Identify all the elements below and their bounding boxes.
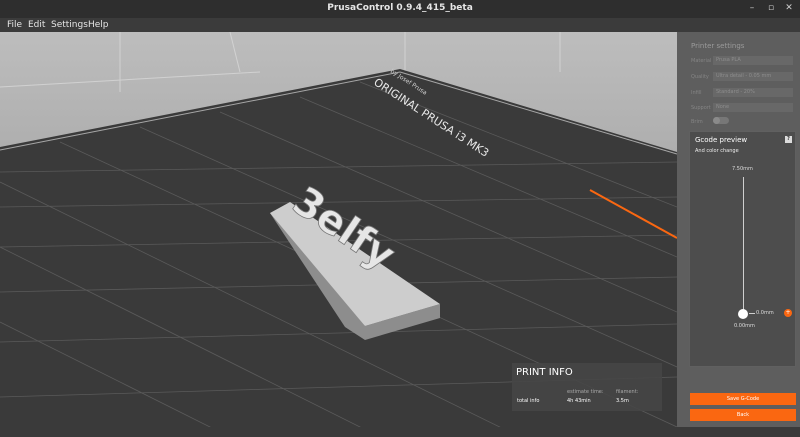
filament-header: filament: (616, 389, 639, 395)
save-gcode-button[interactable]: Save G-Code (690, 393, 796, 405)
material-select[interactable]: Prusa PLA (713, 56, 793, 65)
toggle-knob (713, 117, 720, 124)
material-label: Material (691, 58, 712, 64)
gcode-preview-title: Gcode preview (695, 136, 748, 144)
back-button[interactable]: Back (690, 409, 796, 421)
estimate-time-header: estimate time: (567, 389, 604, 395)
plus-icon[interactable]: + (784, 309, 792, 317)
gcode-preview-panel: Gcode preview And color change ? 7.50mm … (689, 131, 796, 367)
menu-settings[interactable]: Settings (51, 20, 88, 30)
brim-toggle[interactable] (713, 117, 729, 124)
layer-slider-handle[interactable] (738, 309, 748, 319)
title-bar: PrusaControl 0.9.4_415_beta – ▫ ✕ (0, 0, 800, 18)
estimate-time-value: 4h 43min (567, 398, 591, 404)
layer-marker (749, 313, 755, 314)
print-info-panel: PRINT INFO total info estimate time: 4h … (512, 363, 662, 411)
help-icon[interactable]: ? (785, 136, 792, 143)
menu-help[interactable]: Help (88, 20, 109, 30)
status-bar (0, 427, 800, 437)
maximize-button[interactable]: ▫ (764, 2, 778, 15)
minimize-button[interactable]: – (745, 2, 759, 15)
infill-select[interactable]: Standard - 20% (713, 88, 793, 97)
support-label: Support (691, 105, 711, 111)
print-info-title: PRINT INFO (516, 367, 573, 378)
filament-value: 3.5m (616, 398, 629, 404)
total-info-label: total info (517, 398, 540, 404)
right-panel: Printer settings Material Prusa PLA Qual… (677, 32, 800, 437)
infill-label: Infill (691, 90, 702, 96)
layer-slider-track[interactable] (743, 177, 744, 315)
menu-edit[interactable]: Edit (28, 20, 45, 30)
layer-max-label: 7.50mm (732, 166, 753, 172)
menu-file[interactable]: File (7, 20, 22, 30)
printer-settings-title: Printer settings (691, 42, 745, 50)
3d-viewport[interactable]: ORIGINAL PRUSA i3 MK3 by Josef Prusa 3el… (0, 32, 677, 437)
color-change-label: And color change (695, 148, 739, 154)
brim-label: Brim (691, 119, 703, 125)
quality-select[interactable]: Ultra detail - 0.05 mm (713, 72, 793, 81)
quality-label: Quality (691, 74, 709, 80)
support-select[interactable]: None (713, 103, 793, 112)
layer-min-label: 0.00mm (734, 323, 755, 329)
menu-bar: File Edit Settings Help (0, 18, 800, 32)
current-layer-label: 0.0mm (756, 310, 774, 316)
close-button[interactable]: ✕ (782, 2, 796, 15)
window-title: PrusaControl 0.9.4_415_beta (327, 3, 473, 13)
